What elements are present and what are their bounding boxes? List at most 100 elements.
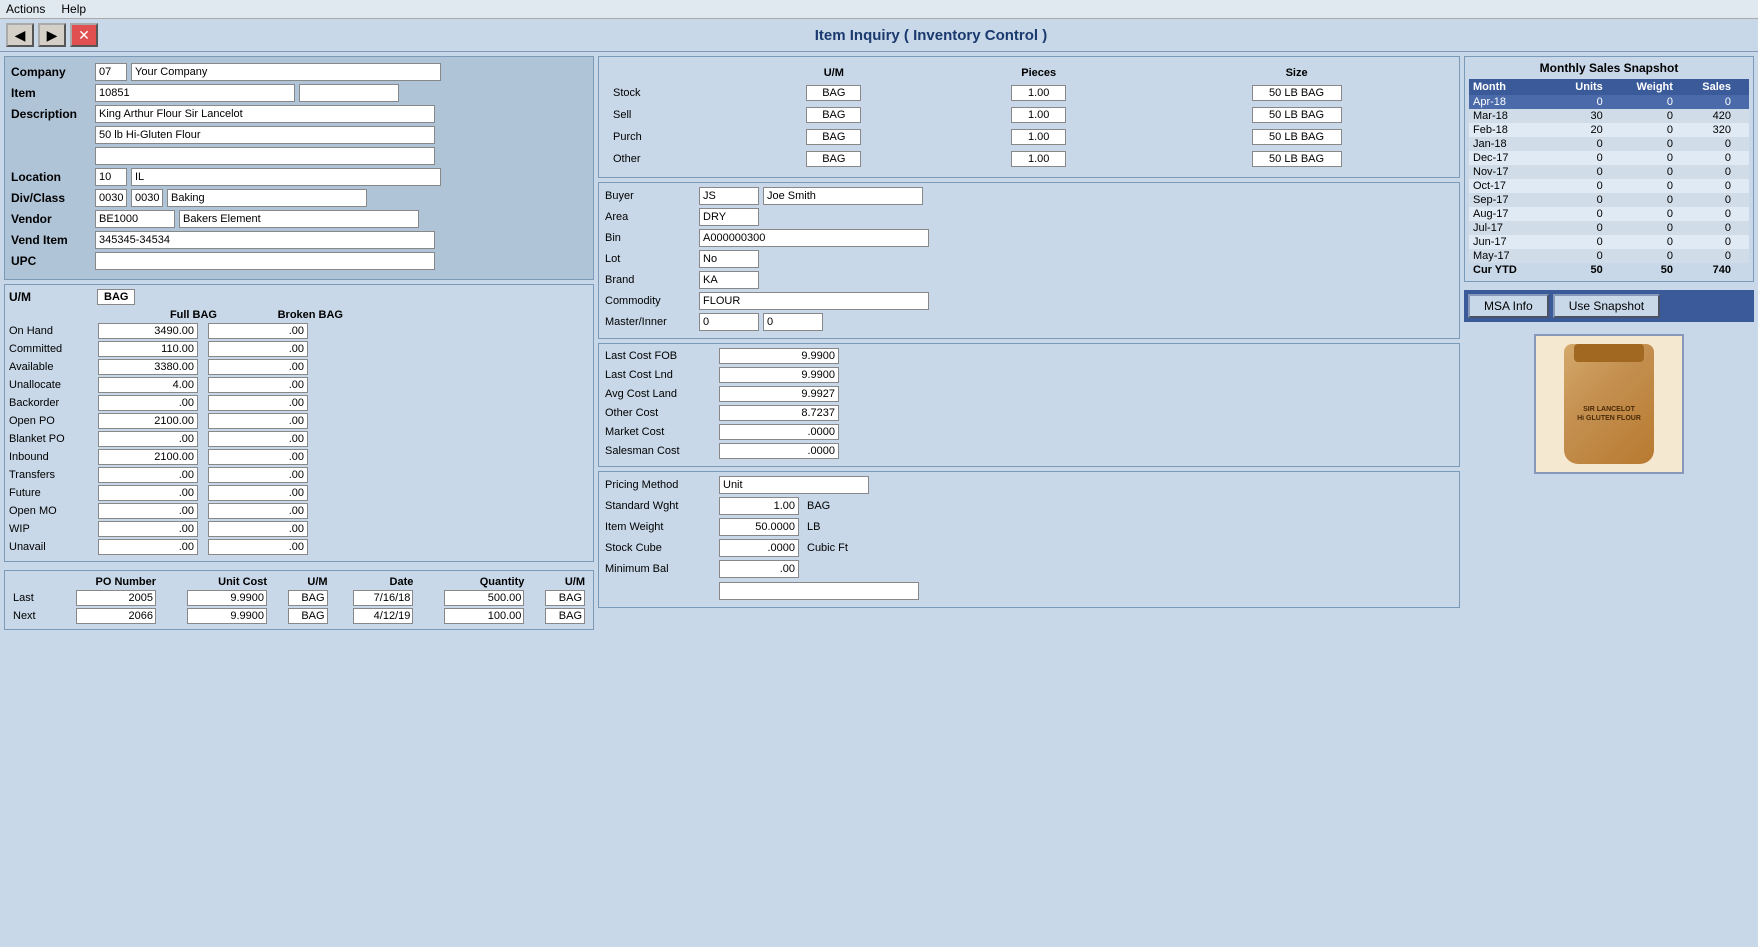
buyer-name[interactable] [763, 187, 923, 205]
company-label: Company [11, 65, 91, 79]
inv-row-broken[interactable] [208, 359, 308, 375]
stdwght-value[interactable] [719, 497, 799, 515]
po-last-date[interactable] [353, 590, 413, 606]
location-name[interactable] [131, 168, 441, 186]
master-label: Master/Inner [605, 316, 695, 328]
po-next-cost[interactable] [187, 608, 267, 624]
uom-grid-section: U/M Pieces Size Stock Sell [598, 56, 1460, 178]
lastcostfob-value[interactable] [719, 348, 839, 364]
use-snapshot-button[interactable]: Use Snapshot [1553, 294, 1660, 318]
po-last-cost[interactable] [187, 590, 267, 606]
salesmancost-value[interactable] [719, 443, 839, 459]
location-code[interactable] [95, 168, 127, 186]
inv-row-full[interactable] [98, 521, 198, 537]
master-val1[interactable] [699, 313, 759, 331]
area-value[interactable] [699, 208, 759, 226]
commodity-value[interactable] [699, 292, 929, 310]
close-button[interactable]: ✕ [70, 23, 98, 47]
inventory-row: Available [9, 359, 589, 375]
back-button[interactable]: ◀ [6, 23, 34, 47]
inv-row-broken[interactable] [208, 341, 308, 357]
divclass-code2[interactable] [131, 189, 163, 207]
snapshot-col-sales: Sales [1677, 79, 1735, 95]
snap-units: 0 [1551, 249, 1607, 263]
inv-row-broken[interactable] [208, 449, 308, 465]
marketcost-value[interactable] [719, 424, 839, 440]
forward-button[interactable]: ▶ [38, 23, 66, 47]
inv-row-full[interactable] [98, 503, 198, 519]
snap-month: Aug-17 [1469, 207, 1551, 221]
uom-grid-row-uom [732, 149, 935, 169]
company-code[interactable] [95, 63, 127, 81]
po-next-uom2[interactable] [545, 608, 585, 624]
venditem-value[interactable] [95, 231, 435, 249]
divclass-name[interactable] [167, 189, 367, 207]
inv-row-broken[interactable] [208, 377, 308, 393]
inv-row-full[interactable] [98, 539, 198, 555]
po-last-uom[interactable] [288, 590, 328, 606]
pricingmethod-value[interactable] [719, 476, 869, 494]
uom-grid-col-pieces: Pieces [937, 65, 1140, 81]
item-extra[interactable] [299, 84, 399, 102]
othercost-value[interactable] [719, 405, 839, 421]
inv-row-full[interactable] [98, 359, 198, 375]
uom-grid-row-pieces [937, 149, 1140, 169]
lastcostlnd-value[interactable] [719, 367, 839, 383]
po-next-qty[interactable] [444, 608, 524, 624]
itemweight-value[interactable] [719, 518, 799, 536]
inv-row-full[interactable] [98, 341, 198, 357]
po-next-date[interactable] [353, 608, 413, 624]
divclass-code1[interactable] [95, 189, 127, 207]
upc-value[interactable] [95, 252, 435, 270]
inv-row-broken[interactable] [208, 467, 308, 483]
vendor-name[interactable] [179, 210, 419, 228]
item-code[interactable] [95, 84, 295, 102]
snap-weight: 0 [1607, 109, 1677, 123]
inv-row-full[interactable] [98, 323, 198, 339]
snap-units: 0 [1551, 221, 1607, 235]
description-line3[interactable] [95, 147, 435, 165]
menu-actions[interactable]: Actions [6, 2, 45, 16]
company-name[interactable] [131, 63, 441, 81]
inv-row-full[interactable] [98, 467, 198, 483]
snap-weight: 0 [1607, 95, 1677, 109]
description-line2[interactable] [95, 126, 435, 144]
description-line1[interactable] [95, 105, 435, 123]
inv-row-full[interactable] [98, 413, 198, 429]
inv-row-broken[interactable] [208, 395, 308, 411]
po-last-uom2[interactable] [545, 590, 585, 606]
stockcube-value[interactable] [719, 539, 799, 557]
avgcostland-value[interactable] [719, 386, 839, 402]
buyer-code[interactable] [699, 187, 759, 205]
inv-row-full[interactable] [98, 377, 198, 393]
inv-row-broken[interactable] [208, 503, 308, 519]
inv-row-broken[interactable] [208, 521, 308, 537]
lot-value[interactable] [699, 250, 759, 268]
brand-value[interactable] [699, 271, 759, 289]
uom-grid-row-size [1142, 83, 1451, 103]
po-next-number[interactable] [76, 608, 156, 624]
inv-row-broken[interactable] [208, 485, 308, 501]
snapshot-ytd-units: 50 [1551, 263, 1607, 277]
po-last-number[interactable] [76, 590, 156, 606]
po-next-uom[interactable] [288, 608, 328, 624]
inv-row-full[interactable] [98, 449, 198, 465]
inv-row-broken[interactable] [208, 323, 308, 339]
master-val2[interactable] [763, 313, 823, 331]
inv-row-full[interactable] [98, 485, 198, 501]
col-broken-header: Broken BAG [223, 309, 343, 321]
snap-weight: 0 [1607, 123, 1677, 137]
minbal-value[interactable] [719, 560, 799, 578]
inv-row-full[interactable] [98, 431, 198, 447]
inv-row-broken[interactable] [208, 413, 308, 429]
inv-row-full[interactable] [98, 395, 198, 411]
po-last-qty[interactable] [444, 590, 524, 606]
bin-value[interactable] [699, 229, 929, 247]
inv-row-label: On Hand [9, 325, 94, 337]
inv-row-broken[interactable] [208, 539, 308, 555]
vendor-code[interactable] [95, 210, 175, 228]
inv-row-broken[interactable] [208, 431, 308, 447]
msa-info-button[interactable]: MSA Info [1468, 294, 1549, 318]
menu-help[interactable]: Help [61, 2, 86, 16]
extra-field[interactable] [719, 582, 919, 600]
